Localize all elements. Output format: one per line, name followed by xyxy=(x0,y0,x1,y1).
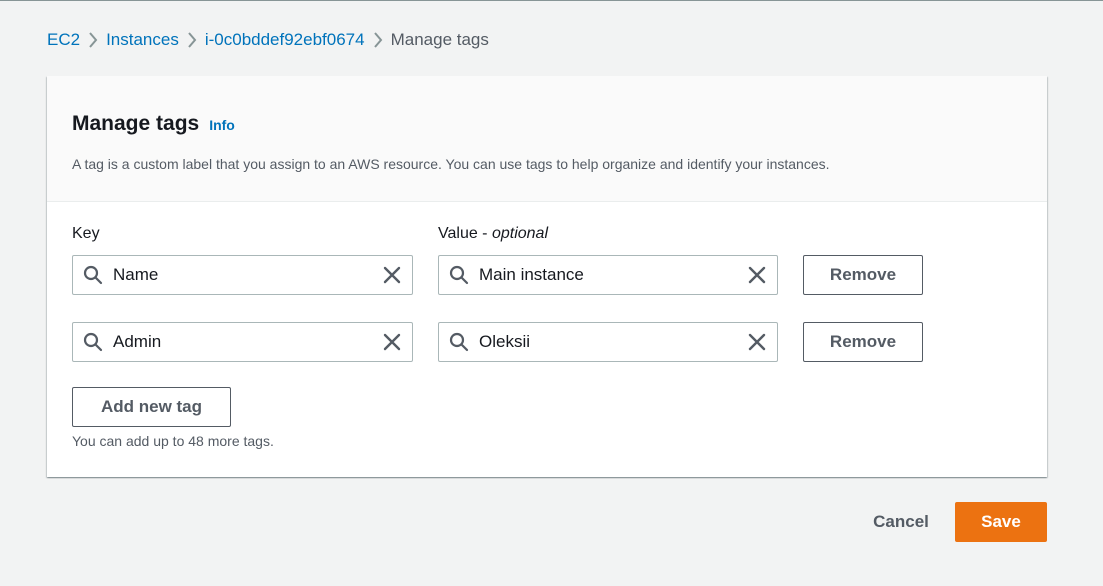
breadcrumb-instances[interactable]: Instances xyxy=(106,30,179,50)
save-button[interactable]: Save xyxy=(955,502,1047,542)
tag-value-field[interactable] xyxy=(438,322,778,362)
chevron-right-icon xyxy=(80,32,106,48)
tag-key-field[interactable] xyxy=(72,255,413,295)
close-icon[interactable] xyxy=(381,331,403,353)
tag-key-input[interactable] xyxy=(113,332,381,352)
page-title: Manage tags xyxy=(72,112,200,135)
close-icon[interactable] xyxy=(381,264,403,286)
manage-tags-panel: Manage tags Info A tag is a custom label… xyxy=(47,76,1047,477)
panel-header: Manage tags Info A tag is a custom label… xyxy=(47,76,1047,202)
tag-key-field[interactable] xyxy=(72,322,413,362)
cancel-button[interactable]: Cancel xyxy=(858,502,944,542)
key-column-label: Key xyxy=(72,225,100,242)
tag-value-input[interactable] xyxy=(479,332,746,352)
close-icon[interactable] xyxy=(746,264,768,286)
optional-label: optional xyxy=(491,225,548,242)
tag-value-input[interactable] xyxy=(479,265,746,285)
add-new-tag-button[interactable]: Add new tag xyxy=(72,387,231,427)
remove-tag-button[interactable]: Remove xyxy=(803,322,923,362)
chevron-right-icon xyxy=(179,32,205,48)
tags-remaining-hint: You can add up to 48 more tags. xyxy=(72,433,274,449)
info-link[interactable]: Info xyxy=(209,117,235,133)
close-icon[interactable] xyxy=(746,331,768,353)
search-icon xyxy=(83,265,103,285)
chevron-right-icon xyxy=(365,32,391,48)
tag-value-field[interactable] xyxy=(438,255,778,295)
remove-tag-button[interactable]: Remove xyxy=(803,255,923,295)
search-icon xyxy=(83,332,103,352)
breadcrumb-ec2[interactable]: EC2 xyxy=(47,30,80,50)
search-icon xyxy=(449,265,469,285)
tag-key-input[interactable] xyxy=(113,265,381,285)
breadcrumb-instance-id[interactable]: i-0c0bddef92ebf0674 xyxy=(205,30,365,50)
breadcrumb: EC2 Instances i-0c0bddef92ebf0674 Manage… xyxy=(47,29,489,51)
panel-description: A tag is a custom label that you assign … xyxy=(72,156,830,172)
search-icon xyxy=(449,332,469,352)
value-column-label: Value - optional xyxy=(438,225,548,242)
breadcrumb-current: Manage tags xyxy=(390,30,489,49)
